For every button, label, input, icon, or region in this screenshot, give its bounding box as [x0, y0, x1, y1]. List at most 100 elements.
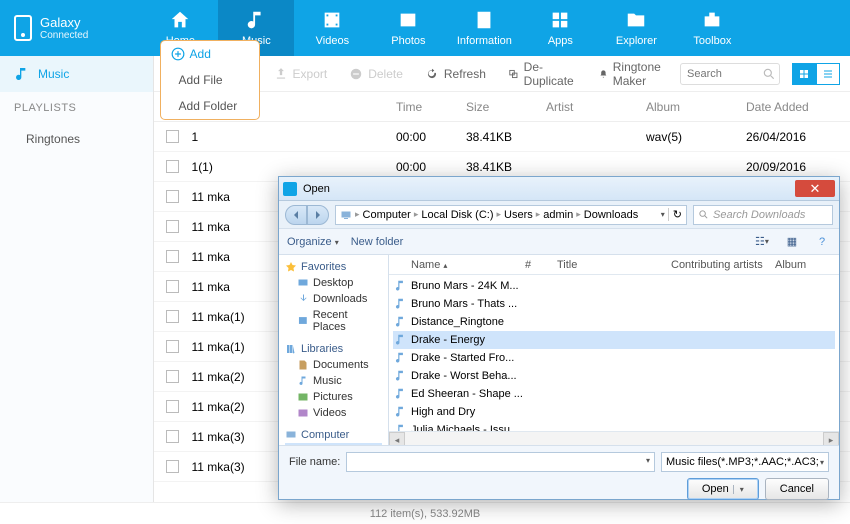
open-button[interactable]: Open▾ — [687, 478, 759, 500]
device-name: Galaxy — [40, 15, 88, 30]
col-album[interactable]: Album — [642, 100, 742, 114]
filetype-filter[interactable]: Music files(*.MP3;*.AAC;*.AC3;▾ — [661, 452, 829, 472]
dialog-file-list[interactable]: Bruno Mars - 24K M...Bruno Mars - Thats … — [389, 275, 839, 431]
dlg-col-album[interactable]: Album — [775, 259, 825, 271]
export-icon — [274, 67, 288, 81]
music-icon — [14, 66, 30, 82]
refresh-button[interactable]: Refresh — [417, 63, 494, 85]
filename-input[interactable]: ▾ — [346, 452, 655, 472]
audio-file-icon — [393, 351, 407, 365]
nav-videos[interactable]: Videos — [285, 405, 382, 421]
preview-pane-button[interactable]: ▦ — [783, 233, 801, 251]
search-box[interactable] — [680, 63, 780, 85]
dlg-col-num[interactable]: # — [525, 259, 553, 271]
row-checkbox[interactable] — [166, 460, 179, 473]
dialog-file-item[interactable]: Bruno Mars - Thats ... — [393, 295, 835, 313]
phone-icon — [14, 15, 32, 41]
row-checkbox[interactable] — [166, 190, 179, 203]
dialog-nav: Favorites Desktop Downloads Recent Place… — [279, 255, 389, 445]
table-row[interactable]: 100:0038.41KBwav(5)26/04/2016 — [154, 122, 850, 152]
tab-apps[interactable]: Apps — [522, 0, 598, 56]
audio-file-icon — [393, 333, 407, 347]
help-button[interactable]: ? — [813, 233, 831, 251]
add-file-item[interactable]: Add File — [161, 67, 259, 93]
plus-icon — [171, 47, 185, 61]
list-icon — [822, 68, 834, 80]
sidebar: Music PLAYLISTS Ringtones — [0, 56, 154, 502]
playlists-label: PLAYLISTS — [0, 92, 153, 124]
nav-documents[interactable]: Documents — [285, 357, 382, 373]
view-options-button[interactable]: ☷ ▾ — [753, 233, 771, 251]
sidebar-item-ringtones[interactable]: Ringtones — [0, 124, 153, 154]
grid-icon — [798, 68, 810, 80]
sidebar-music-header[interactable]: Music — [0, 56, 153, 92]
status-bar: 112 item(s), 533.92MB — [0, 502, 850, 524]
row-checkbox[interactable] — [166, 220, 179, 233]
row-checkbox[interactable] — [166, 160, 179, 173]
dialog-file-item[interactable]: Bruno Mars - 24K M... — [393, 277, 835, 295]
row-checkbox[interactable] — [166, 400, 179, 413]
tab-videos[interactable]: Videos — [294, 0, 370, 56]
ringtone-maker-button[interactable]: Ringtone Maker — [591, 56, 674, 92]
filename-label: File name: — [289, 456, 340, 468]
nav-forward-button[interactable] — [307, 205, 329, 225]
row-checkbox[interactable] — [166, 340, 179, 353]
nav-favorites[interactable]: Favorites — [285, 259, 382, 275]
dialog-close-button[interactable]: ✕ — [795, 180, 835, 197]
nav-desktop[interactable]: Desktop — [285, 275, 382, 291]
audio-file-icon — [393, 405, 407, 419]
col-size[interactable]: Size — [462, 100, 542, 114]
new-folder-button[interactable]: New folder — [351, 236, 404, 248]
organize-button[interactable]: Organize ▾ — [287, 236, 339, 248]
list-view-button[interactable] — [816, 63, 840, 85]
top-bar: Galaxy Connected Home Music Videos Photo… — [0, 0, 850, 56]
tab-information[interactable]: Information — [446, 0, 522, 56]
row-checkbox[interactable] — [166, 130, 179, 143]
nav-pictures[interactable]: Pictures — [285, 389, 382, 405]
add-folder-item[interactable]: Add Folder — [161, 93, 259, 119]
tab-explorer[interactable]: Explorer — [598, 0, 674, 56]
row-checkbox[interactable] — [166, 430, 179, 443]
nav-downloads[interactable]: Downloads — [285, 291, 382, 307]
audio-file-icon — [393, 423, 407, 431]
tab-toolbox[interactable]: Toolbox — [674, 0, 750, 56]
dialog-file-item[interactable]: Julia Michaels - Issu... — [393, 421, 835, 431]
nav-computer[interactable]: Computer — [285, 427, 382, 443]
toolbar: Add Add File Add Folder Export Delete Re… — [154, 56, 850, 92]
row-checkbox[interactable] — [166, 370, 179, 383]
dlg-col-name[interactable]: Name ▴ — [411, 259, 521, 271]
audio-file-icon — [393, 315, 407, 329]
nav-recent[interactable]: Recent Places — [285, 307, 382, 335]
search-icon — [762, 67, 776, 81]
delete-icon — [349, 67, 363, 81]
dialog-file-item[interactable]: Drake - Started Fro... — [393, 349, 835, 367]
dlg-col-title[interactable]: Title — [557, 259, 667, 271]
dialog-file-item[interactable]: Drake - Worst Beha... — [393, 367, 835, 385]
cancel-button[interactable]: Cancel — [765, 478, 829, 500]
dedup-icon — [508, 67, 519, 81]
audio-file-icon — [393, 369, 407, 383]
dedup-button[interactable]: De-Duplicate — [500, 56, 585, 92]
row-checkbox[interactable] — [166, 250, 179, 263]
add-button[interactable]: Add — [161, 41, 259, 67]
dialog-file-item[interactable]: Distance_Ringtone — [393, 313, 835, 331]
dialog-file-item[interactable]: Ed Sheeran - Shape ... — [393, 385, 835, 403]
breadcrumb[interactable]: ▸Computer ▸Local Disk (C:) ▸Users ▸admin… — [335, 205, 687, 225]
dialog-app-icon — [283, 182, 297, 196]
dialog-file-item[interactable]: Drake - Energy — [393, 331, 835, 349]
dlg-col-contrib[interactable]: Contributing artists — [671, 259, 771, 271]
nav-back-button[interactable] — [285, 205, 307, 225]
row-checkbox[interactable] — [166, 310, 179, 323]
audio-file-icon — [393, 387, 407, 401]
row-checkbox[interactable] — [166, 280, 179, 293]
grid-view-button[interactable] — [792, 63, 816, 85]
dialog-hscrollbar[interactable] — [389, 431, 839, 445]
nav-libraries[interactable]: Libraries — [285, 341, 382, 357]
tab-photos[interactable]: Photos — [370, 0, 446, 56]
col-date[interactable]: Date Added — [742, 100, 842, 114]
col-time[interactable]: Time — [392, 100, 462, 114]
nav-music[interactable]: Music — [285, 373, 382, 389]
col-artist[interactable]: Artist — [542, 100, 642, 114]
dialog-search[interactable]: Search Downloads — [693, 205, 833, 225]
dialog-file-item[interactable]: High and Dry — [393, 403, 835, 421]
